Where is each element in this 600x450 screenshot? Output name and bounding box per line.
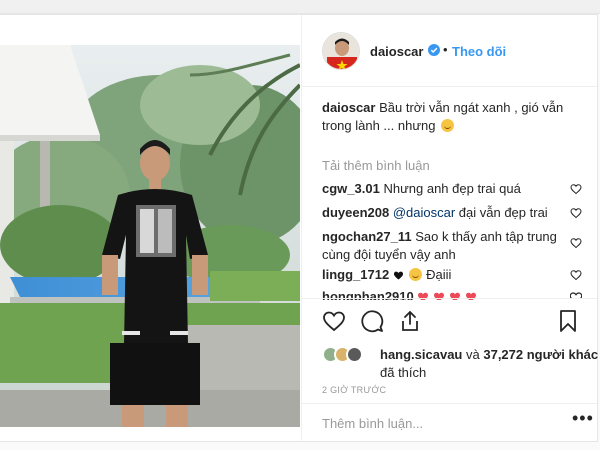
comment-username[interactable]: cgw_3.01 — [322, 181, 380, 196]
add-comment-bar: ••• — [302, 403, 599, 443]
comment-text: Nhưng anh đẹp trai quá — [383, 181, 521, 196]
comment-username[interactable]: ngochan27_11 — [322, 229, 412, 244]
post-caption: daioscar Bầu trời vẫn ngát xanh , gió vẫ… — [322, 99, 584, 135]
post-action-bar — [302, 298, 599, 338]
likes-count-link[interactable]: 37,272 người khác — [483, 347, 598, 362]
post-username[interactable]: daioscar — [370, 44, 423, 59]
comment-username[interactable]: lingg_1712 — [322, 267, 389, 282]
post-photo[interactable] — [0, 45, 300, 427]
comment-username[interactable]: duyeen208 — [322, 205, 389, 220]
comment-text: đại vẫn đẹp trai — [458, 205, 548, 220]
black-heart-emoji-icon — [393, 271, 403, 280]
post-header: daioscar • Theo dõi — [302, 15, 599, 87]
comment-like-heart-icon[interactable] — [570, 183, 582, 195]
blush-emoji-icon — [409, 268, 423, 281]
more-options-icon[interactable]: ••• — [572, 408, 594, 429]
comment-item: lingg_1712 Đạiii — [322, 266, 592, 284]
post-details-panel: daioscar • Theo dõi daioscar Bầu trời vẫ… — [301, 15, 599, 443]
post-photo-image — [0, 45, 300, 427]
verified-badge-icon — [428, 44, 440, 56]
likes-text: hang.sicavau và 37,272 người khác đã thí… — [380, 346, 600, 382]
comment-item: ngochan27_11 Sao k thấy anh tập trung cù… — [322, 228, 562, 264]
heart-icon[interactable] — [322, 309, 346, 333]
liker-avatar[interactable] — [346, 346, 363, 363]
load-more-comments-link[interactable]: Tải thêm bình luận — [322, 158, 430, 173]
comment-item: duyeen208 @daioscar đại vẫn đẹp trai — [322, 204, 592, 222]
post-card: daioscar • Theo dõi daioscar Bầu trời vẫ… — [0, 14, 599, 443]
bookmark-icon[interactable] — [556, 309, 580, 333]
comment-like-heart-icon[interactable] — [570, 207, 582, 219]
comment-like-heart-icon[interactable] — [570, 237, 582, 249]
comment-icon[interactable] — [360, 309, 384, 333]
header-separator: • — [443, 42, 448, 57]
likes-suffix: đã thích — [380, 365, 427, 380]
page-bottom-strip — [0, 442, 600, 450]
browser-top-strip — [0, 0, 600, 14]
add-comment-input[interactable] — [322, 416, 552, 431]
comment-text: Đạiii — [426, 267, 452, 282]
avatar[interactable] — [322, 32, 360, 70]
likes-joiner: và — [466, 347, 480, 362]
post-timestamp[interactable]: 2 GIỜ TRƯỚC — [322, 385, 386, 395]
comment-mention[interactable]: @daioscar — [393, 205, 455, 220]
comment-like-heart-icon[interactable] — [570, 269, 582, 281]
share-icon[interactable] — [398, 309, 422, 333]
comment-item: cgw_3.01 Nhưng anh đẹp trai quá — [322, 180, 592, 198]
liker-username[interactable]: hang.sicavau — [380, 347, 462, 362]
smile-emoji-icon — [441, 119, 455, 132]
likes-summary: hang.sicavau và 37,272 người khác đã thí… — [322, 343, 598, 380]
caption-username[interactable]: daioscar — [322, 100, 375, 115]
follow-button[interactable]: Theo dõi — [452, 44, 506, 59]
